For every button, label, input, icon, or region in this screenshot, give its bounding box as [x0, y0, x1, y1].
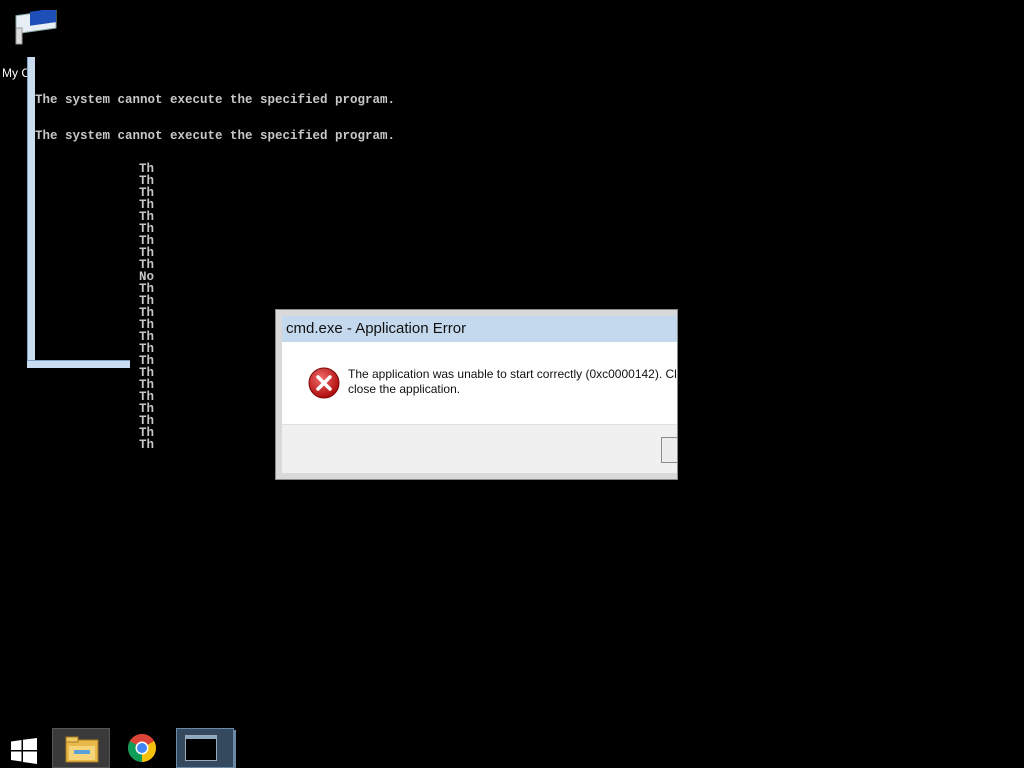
dialog-message-line: The application was unable to start corr… — [348, 367, 677, 381]
console-line: The system cannot execute the specified … — [35, 129, 396, 143]
ok-button[interactable] — [661, 437, 677, 463]
taskbar-command-prompt[interactable] — [176, 728, 236, 768]
windows-logo-icon — [11, 738, 37, 764]
console-window-border-bottom — [27, 360, 130, 368]
dialog-titlebar[interactable]: cmd.exe - Application Error — [282, 316, 677, 342]
console-window-border-left — [27, 57, 35, 367]
command-prompt-icon — [185, 735, 217, 761]
error-icon — [308, 367, 340, 399]
console-output: The system cannot execute the specified … — [35, 70, 395, 154]
taskbar-file-explorer[interactable] — [52, 728, 110, 768]
taskbar — [0, 726, 1024, 768]
dialog-message: The application was unable to start corr… — [348, 367, 677, 397]
console-line: The system cannot execute the specified … — [35, 93, 396, 107]
dialog-title: cmd.exe - Application Error — [286, 320, 467, 337]
console-column-output: Th Th Th Th Th Th Th Th Th No Th Th Th Th Th Th Th Th Th Th… — [139, 163, 155, 452]
dialog-body: The application was unable to start corr… — [282, 342, 677, 424]
dialog-message-line: close the application. — [348, 382, 461, 396]
start-button[interactable] — [0, 728, 48, 768]
desktop-icon-my-computer[interactable]: My C — [0, 8, 70, 80]
computer-icon — [15, 10, 57, 45]
application-error-dialog: cmd.exe - Application Error The applicat… — [275, 309, 678, 480]
dialog-footer — [282, 424, 677, 473]
console-column-line: Th — [139, 438, 155, 452]
folder-icon — [65, 736, 99, 763]
chrome-icon — [128, 734, 156, 762]
taskbar-chrome[interactable] — [114, 728, 172, 768]
